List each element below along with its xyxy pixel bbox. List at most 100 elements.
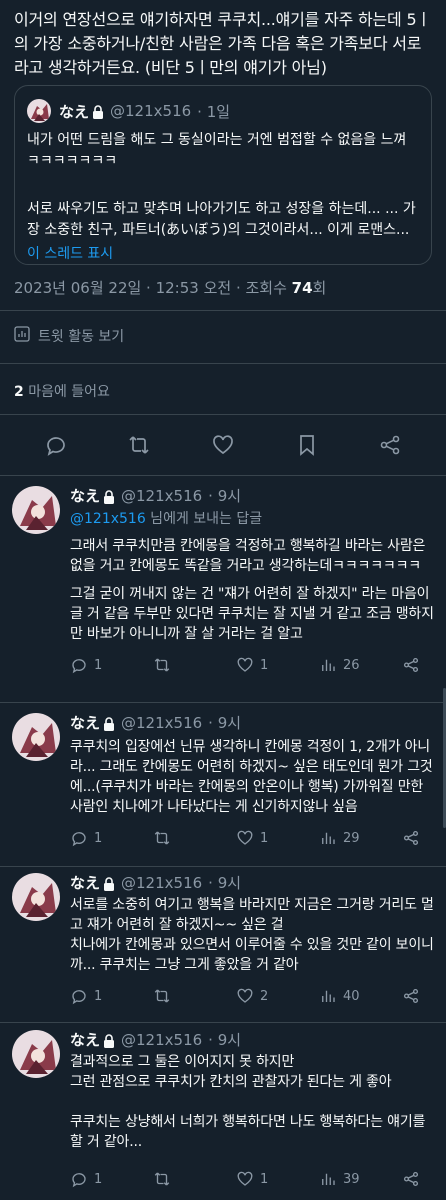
tweet-action-bar (0, 427, 446, 463)
retweet-icon (154, 1172, 170, 1186)
tweet-time: · 9시 (208, 1031, 242, 1049)
share-button[interactable] (402, 656, 420, 674)
share-icon (403, 988, 419, 1004)
author-name[interactable]: なえ (70, 1030, 100, 1050)
view-unit: 회 (312, 279, 327, 297)
view-count: 39 (343, 1171, 360, 1187)
lock-icon (92, 104, 104, 119)
like-count: 2 (260, 988, 269, 1004)
like-button[interactable]: 1 (236, 829, 319, 847)
like-count: 1 (260, 830, 269, 846)
author-handle: @121x516 (121, 487, 203, 505)
views-button[interactable]: 26 (319, 656, 402, 674)
share-button[interactable] (370, 429, 410, 461)
reply-button[interactable] (36, 429, 76, 461)
likes-count: 2 (14, 384, 24, 400)
quote-author-name[interactable]: なえ (59, 101, 89, 122)
reply-icon (72, 1173, 86, 1188)
tweet-time: · 9시 (208, 487, 242, 505)
retweet-button[interactable] (153, 987, 236, 1005)
share-button[interactable] (402, 987, 420, 1005)
author-name[interactable]: なえ (70, 873, 100, 893)
reply-count: 1 (94, 657, 103, 673)
retweet-button[interactable] (153, 829, 236, 847)
reply-text: 치나에가 칸에몽과 있으면서 이루어줄 수 있을 것만 같이 보이니까... 쿠… (70, 937, 434, 973)
reply-button[interactable]: 1 (70, 656, 153, 674)
reply-count: 1 (94, 830, 103, 846)
likes-summary[interactable]: 2 마음에 들어요 (14, 381, 110, 401)
avatar[interactable] (12, 713, 60, 761)
divider (0, 1022, 446, 1023)
divider (0, 866, 446, 867)
avatar[interactable] (12, 486, 60, 534)
like-button[interactable]: 1 (236, 656, 319, 674)
author-handle: @121x516 (121, 874, 203, 892)
lock-icon (103, 1033, 115, 1048)
reply-action-bar: 1 1 29 (70, 827, 434, 849)
share-button[interactable] (402, 829, 420, 847)
views-icon (322, 990, 335, 1002)
like-button[interactable]: 2 (236, 987, 319, 1005)
views-button[interactable]: 29 (319, 829, 402, 847)
heart-icon (237, 830, 253, 845)
quote-author-handle: @121x516 (110, 102, 192, 120)
bookmark-icon (299, 435, 314, 456)
reply-count: 1 (94, 988, 103, 1004)
divider (0, 363, 446, 364)
retweet-icon (154, 658, 170, 672)
replying-to: @121x516 님에게 보내는 답글 (70, 508, 434, 528)
avatar[interactable] (12, 873, 60, 921)
tweet-timestamp: 2023년 06월 22일 · 12:53 오전 · 조회수 74회 (14, 277, 326, 298)
tweet-activity-link[interactable]: 트윗 활동 보기 (14, 326, 124, 346)
reply-button[interactable]: 1 (70, 987, 153, 1005)
author-handle: @121x516 (121, 1031, 203, 1049)
views-icon (322, 1173, 335, 1185)
reply-icon (72, 990, 86, 1005)
share-icon (403, 657, 419, 673)
show-thread-link[interactable]: 이 스레드 표시 (27, 243, 419, 263)
reply-action-bar: 1 1 39 (70, 1168, 434, 1190)
quote-text-1: 내가 어떤 드림을 해도 그 동실이라는 거엔 범접할 수 없음을 느껴ㅋㅋㅋㅋ… (27, 132, 407, 169)
author-name[interactable]: なえ (70, 713, 100, 733)
tweet-text: 이거의 연장선으로 얘기하자면 쿠쿠치...얘기를 자주 하는데 5ㅣ의 가장 … (14, 10, 431, 77)
view-count: 40 (343, 988, 360, 1004)
reply-text: 그래서 쿠쿠치만큼 칸에몽을 걱정하고 행복하길 바라는 사람은 없을 거고 칸… (70, 538, 426, 574)
reply-action-bar: 1 2 40 (70, 985, 434, 1007)
reply-button[interactable]: 1 (70, 829, 153, 847)
reply-icon (46, 437, 65, 456)
analytics-icon (14, 326, 30, 346)
lock-icon (103, 716, 115, 731)
reply-text: 쿠쿠치의 입장에선 닌뮤 생각하니 칸에몽 걱정이 1, 2개가 아니라... … (70, 739, 433, 815)
quote-time: · 1일 (197, 102, 231, 121)
retweet-icon (129, 436, 149, 454)
author-name[interactable]: なえ (70, 486, 100, 506)
views-button[interactable]: 39 (319, 1170, 402, 1188)
share-button[interactable] (402, 1170, 420, 1188)
share-icon (380, 435, 400, 455)
activity-label: 트윗 활동 보기 (38, 329, 125, 345)
like-button[interactable] (203, 429, 243, 461)
avatar[interactable] (12, 1030, 60, 1078)
reply-button[interactable]: 1 (70, 1170, 153, 1188)
author-handle: @121x516 (121, 714, 203, 732)
replying-to-label: 님에게 보내는 답글 (145, 511, 263, 527)
divider (0, 414, 446, 415)
like-count: 1 (260, 1171, 269, 1187)
heart-icon (237, 1171, 253, 1186)
reply-text: 결과적으로 그 둘은 이어지지 못 하지만 (70, 1054, 295, 1070)
quoted-tweet[interactable]: なえ @121x516 · 1일 내가 어떤 드림을 해도 그 동실이라는 거엔… (14, 85, 432, 265)
lock-icon (103, 876, 115, 891)
retweet-button[interactable] (153, 1170, 236, 1188)
bookmark-button[interactable] (287, 429, 327, 461)
reply-icon (72, 659, 86, 674)
retweet-button[interactable] (153, 656, 236, 674)
views-button[interactable]: 40 (319, 987, 402, 1005)
avatar[interactable] (27, 99, 51, 123)
retweet-button[interactable] (119, 429, 159, 461)
retweet-icon (154, 989, 170, 1003)
like-button[interactable]: 1 (236, 1170, 319, 1188)
reply-text: 그걸 굳이 꺼내지 않는 건 "쟤가 어련히 잘 하겠지" 라는 마음이 글 거… (70, 586, 434, 642)
mention-link[interactable]: @121x516 (70, 511, 146, 527)
divider (0, 310, 446, 311)
quote-text-2: 서로 싸우기도 하고 맞추며 나아가기도 하고 성장을 하는데... ... 가… (27, 201, 416, 238)
